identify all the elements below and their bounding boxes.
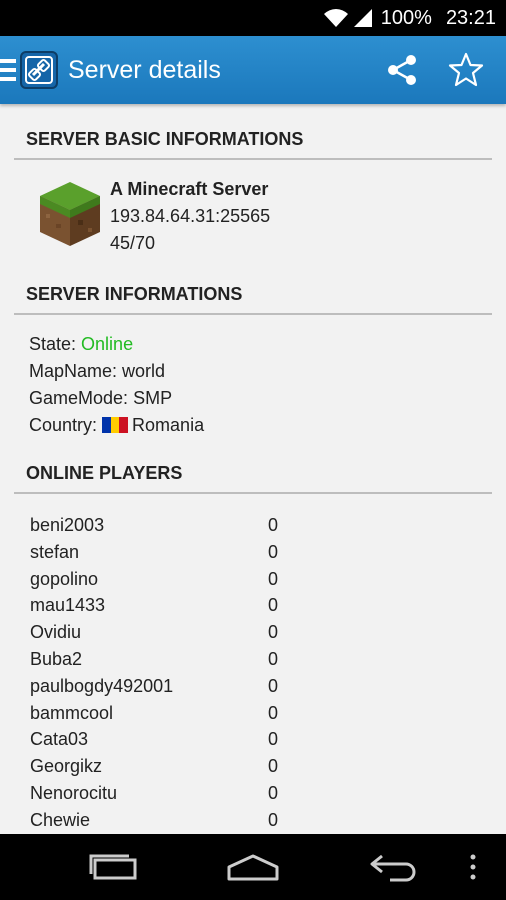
player-name: Georgikz xyxy=(30,756,103,777)
server-name: A Minecraft Server xyxy=(110,179,269,199)
battery-level: 100% xyxy=(380,6,432,29)
player-score: 0 xyxy=(268,515,279,535)
status-bar: 100% 23:21 xyxy=(0,0,506,36)
recent-apps-button[interactable] xyxy=(74,834,154,900)
player-row: Chewie 0 xyxy=(30,807,330,834)
recent-apps-icon xyxy=(89,854,137,880)
player-row: paulbogdy492001 0 xyxy=(30,673,330,700)
share-button[interactable] xyxy=(370,36,434,104)
map-row: MapName: world xyxy=(29,358,204,385)
player-row: Cata03 0 xyxy=(30,726,330,753)
action-bar: Server details xyxy=(0,36,506,104)
player-row: bammcool 0 xyxy=(30,700,330,727)
player-score: 0 xyxy=(268,568,279,589)
section-online-players: ONLINE PLAYERS xyxy=(14,454,492,494)
server-slots: 45/70 xyxy=(110,233,156,253)
server-info-list: State: Online MapName: world GameMode: S… xyxy=(29,331,204,439)
country-label: Country: xyxy=(29,415,98,435)
player-score: 0 xyxy=(268,595,279,616)
back-icon xyxy=(370,854,416,882)
player-name: Cata03 xyxy=(30,729,89,750)
player-row: Ovidiu 0 xyxy=(30,619,330,646)
player-row: beni2003 0 xyxy=(30,512,330,539)
clock: 23:21 xyxy=(445,6,496,29)
player-name: Chewie xyxy=(30,809,91,830)
gamemode-label: GameMode: xyxy=(29,388,129,408)
map-label: MapName: xyxy=(29,361,118,381)
country-value: Romania xyxy=(132,415,205,435)
overflow-menu-icon xyxy=(470,854,476,880)
signal-icon xyxy=(353,9,372,27)
player-row: Georgikz 0 xyxy=(30,753,330,780)
system-nav-bar xyxy=(0,834,506,900)
gamemode-row: GameMode: SMP xyxy=(29,385,204,412)
player-name: Nenorocitu xyxy=(30,782,118,803)
player-name: beni2003 xyxy=(30,515,105,535)
app-logo-icon[interactable] xyxy=(20,51,58,89)
state-row: State: Online xyxy=(29,331,204,358)
player-score: 0 xyxy=(268,702,279,723)
map-value: world xyxy=(122,361,166,381)
player-row: mau1433 0 xyxy=(30,592,330,619)
server-summary: A Minecraft Server 193.84.64.31:25565 45… xyxy=(38,176,478,256)
players-list: beni2003 0 stefan 0 gopolino 0 mau1433 0 Ovi… xyxy=(30,512,330,834)
section-server-info: SERVER INFORMATIONS xyxy=(14,275,492,315)
star-icon xyxy=(448,52,484,87)
section-basic-info: SERVER BASIC INFORMATIONS xyxy=(14,120,492,160)
player-score: 0 xyxy=(268,782,279,803)
minecraft-grass-block-icon xyxy=(40,182,100,246)
player-row: Nenorocitu 0 xyxy=(30,780,330,807)
state-value: Online xyxy=(81,334,134,354)
wifi-icon xyxy=(323,9,348,27)
home-icon xyxy=(227,854,279,881)
favorite-button[interactable] xyxy=(434,36,498,104)
country-row: Country: Romania xyxy=(29,412,204,439)
player-name: mau1433 xyxy=(30,595,106,616)
state-label: State: xyxy=(29,334,77,354)
page-title: Server details xyxy=(68,55,221,84)
status-icons xyxy=(323,8,373,28)
player-row: gopolino 0 xyxy=(30,566,330,593)
player-score: 0 xyxy=(268,809,279,830)
drawer-menu-icon[interactable] xyxy=(0,59,16,81)
content-area[interactable]: SERVER BASIC INFORMATIONS A Minecraft Se… xyxy=(0,104,506,834)
player-row: stefan 0 xyxy=(30,539,330,566)
share-icon xyxy=(388,55,416,85)
player-name: bammcool xyxy=(30,702,114,723)
player-name: gopolino xyxy=(30,568,99,589)
player-score: 0 xyxy=(268,756,279,777)
player-name: stefan xyxy=(30,541,80,562)
player-name: Ovidiu xyxy=(30,622,82,643)
romania-flag-icon xyxy=(102,414,129,433)
player-score: 0 xyxy=(268,675,279,696)
back-button[interactable] xyxy=(354,834,434,900)
player-name: Buba2 xyxy=(30,648,83,669)
player-row: Buba2 0 xyxy=(30,646,330,673)
player-score: 0 xyxy=(268,729,279,750)
player-score: 0 xyxy=(268,622,279,643)
server-address: 193.84.64.31:25565 xyxy=(110,206,271,226)
overflow-menu-button[interactable] xyxy=(440,834,506,900)
player-score: 0 xyxy=(268,648,279,669)
gamemode-value: SMP xyxy=(133,388,173,408)
player-name: paulbogdy492001 xyxy=(30,675,174,696)
home-button[interactable] xyxy=(213,834,293,900)
player-score: 0 xyxy=(268,541,279,562)
